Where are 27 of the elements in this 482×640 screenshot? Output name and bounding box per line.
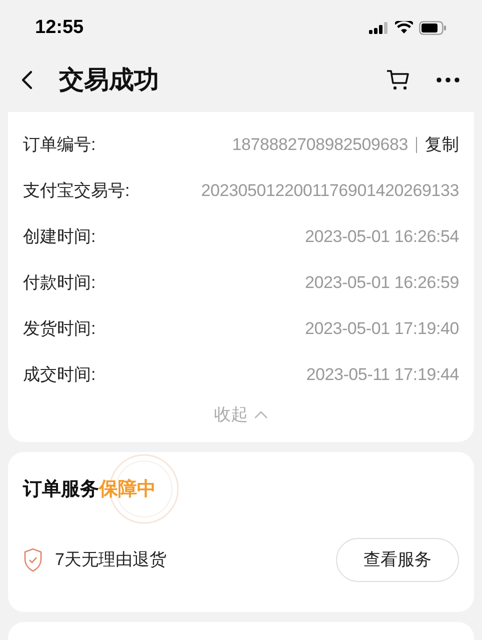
info-value: 1878882708982509683 [232, 134, 408, 156]
info-value: 2023-05-01 17:19:40 [304, 318, 459, 340]
view-service-button[interactable]: 查看服务 [336, 538, 459, 582]
wifi-icon [395, 21, 413, 34]
copy-button[interactable]: 复制 [425, 132, 459, 158]
info-label: 发货时间: [23, 318, 96, 340]
info-value: 2023-05-11 17:19:44 [306, 364, 459, 386]
signal-icon [369, 22, 389, 34]
info-label: 成交时间: [23, 364, 96, 386]
service-title: 订单服务 [23, 478, 99, 502]
info-value: 2023-05-01 16:26:59 [304, 272, 459, 294]
more-icon[interactable] [436, 77, 460, 84]
info-value: 2023-05-01 16:26:54 [304, 226, 459, 248]
info-label: 付款时间: [23, 272, 96, 294]
info-label: 创建时间: [23, 226, 96, 248]
info-label: 支付宝交易号: [23, 180, 130, 202]
back-icon[interactable] [20, 69, 34, 92]
service-status: 保障中 [99, 478, 156, 502]
cart-icon[interactable] [386, 69, 410, 92]
chevron-up-icon [254, 410, 268, 419]
page-title: 交易成功 [59, 64, 159, 96]
info-label: 订单编号: [23, 134, 96, 156]
battery-icon [419, 20, 447, 35]
info-value: 2023050122001176901420269133 [201, 180, 459, 202]
service-item: 7天无理由退货 [55, 549, 166, 572]
shield-check-icon [23, 548, 43, 572]
status-time: 12:55 [35, 16, 84, 40]
